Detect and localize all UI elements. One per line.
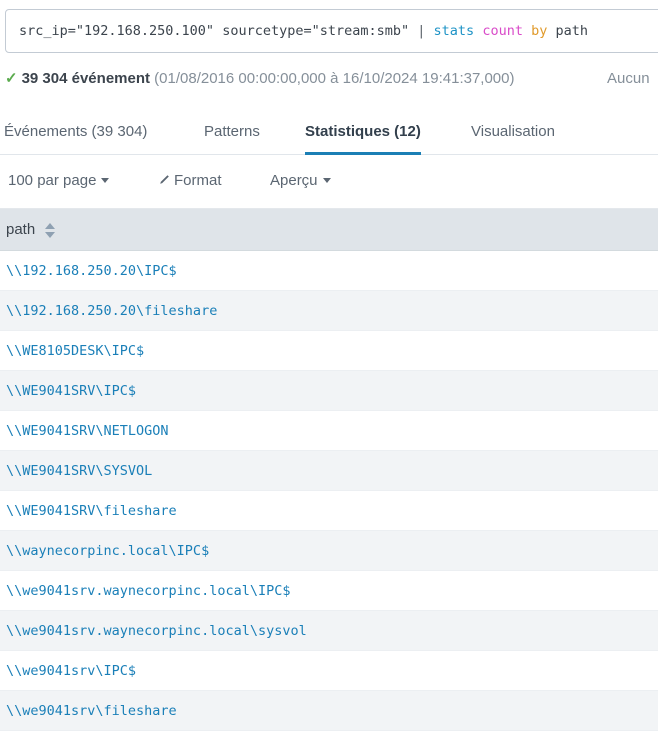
table-row[interactable]: \\WE9041SRV\SYSVOL	[0, 451, 658, 491]
tab-visualisation[interactable]: Visualisation	[471, 112, 555, 155]
format-label: Format	[174, 172, 222, 189]
table-row[interactable]: \\waynecorpinc.local\IPC$	[0, 531, 658, 571]
table-row[interactable]: \\we9041srv.waynecorpinc.local\IPC$	[0, 571, 658, 611]
tab-statistiques[interactable]: Statistiques (12)	[305, 112, 421, 155]
per-page-label: 100 par page	[8, 172, 97, 189]
event-count-label: 39 304 événement	[21, 70, 150, 87]
apercu-label: Aperçu	[270, 172, 318, 189]
table-row[interactable]: \\we9041srv.waynecorpinc.local\sysvol	[0, 611, 658, 651]
path-link[interactable]: \\WE9041SRV\fileshare	[6, 491, 177, 531]
format-button[interactable]: Format	[158, 163, 222, 199]
path-link[interactable]: \\192.168.250.20\fileshare	[6, 291, 217, 331]
column-header-path[interactable]: path	[6, 209, 35, 251]
sort-updown-icon[interactable]	[45, 223, 55, 238]
table-row[interactable]: \\192.168.250.20\fileshare	[0, 291, 658, 331]
statistics-table: path \\192.168.250.20\IPC$ \\192.168.250…	[0, 208, 658, 731]
table-row[interactable]: \\WE9041SRV\IPC$	[0, 371, 658, 411]
search-query-bar[interactable]: src_ip="192.168.250.100" sourcetype="str…	[5, 9, 658, 53]
table-row[interactable]: \\WE9041SRV\NETLOGON	[0, 411, 658, 451]
results-toolbar: 100 par page Format Aperçu	[0, 163, 658, 203]
query-token-function: count	[482, 23, 532, 39]
tab-evenements[interactable]: Événements (39 304)	[4, 112, 147, 155]
table-row[interactable]: \\WE9041SRV\fileshare	[0, 491, 658, 531]
checkmark-icon: ✓	[5, 70, 18, 87]
chevron-down-icon	[101, 178, 110, 183]
search-query-text[interactable]: src_ip="192.168.250.100" sourcetype="str…	[19, 10, 588, 52]
table-header-row: path	[0, 209, 658, 251]
path-link[interactable]: \\we9041srv.waynecorpinc.local\sysvol	[6, 611, 307, 651]
query-token-command: stats	[433, 23, 483, 39]
table-row[interactable]: \\192.168.250.20\IPC$	[0, 251, 658, 291]
path-link[interactable]: \\WE9041SRV\SYSVOL	[6, 451, 152, 491]
job-status-label: Aucun	[607, 70, 650, 87]
path-link[interactable]: \\WE8105DESK\IPC$	[6, 331, 144, 371]
apercu-dropdown[interactable]: Aperçu	[270, 163, 331, 199]
query-token-field: path	[555, 23, 588, 39]
path-link[interactable]: \\we9041srv\fileshare	[6, 691, 177, 731]
time-range-label: (01/08/2016 00:00:00,000 à 16/10/2024 19…	[154, 70, 515, 87]
query-token-pipe: |	[417, 23, 434, 39]
path-link[interactable]: \\192.168.250.20\IPC$	[6, 251, 177, 291]
path-link[interactable]: \\WE9041SRV\NETLOGON	[6, 411, 169, 451]
path-link[interactable]: \\we9041srv.waynecorpinc.local\IPC$	[6, 571, 290, 611]
per-page-dropdown[interactable]: 100 par page	[8, 163, 110, 199]
table-row[interactable]: \\we9041srv\fileshare	[0, 691, 658, 731]
path-link[interactable]: \\WE9041SRV\IPC$	[6, 371, 136, 411]
query-token-keyword: by	[531, 23, 556, 39]
pencil-icon	[158, 174, 170, 186]
results-summary: ✓ 39 304 événement (01/08/2016 00:00:00,0…	[5, 64, 515, 94]
chevron-down-icon	[322, 178, 331, 183]
table-row[interactable]: \\WE8105DESK\IPC$	[0, 331, 658, 371]
results-tabs: Événements (39 304) Patterns Statistique…	[0, 112, 658, 155]
tab-patterns[interactable]: Patterns	[204, 112, 260, 155]
query-token-plain: src_ip="192.168.250.100" sourcetype="str…	[19, 23, 418, 39]
path-link[interactable]: \\waynecorpinc.local\IPC$	[6, 531, 209, 571]
path-link[interactable]: \\we9041srv\IPC$	[6, 651, 136, 691]
table-row[interactable]: \\we9041srv\IPC$	[0, 651, 658, 691]
